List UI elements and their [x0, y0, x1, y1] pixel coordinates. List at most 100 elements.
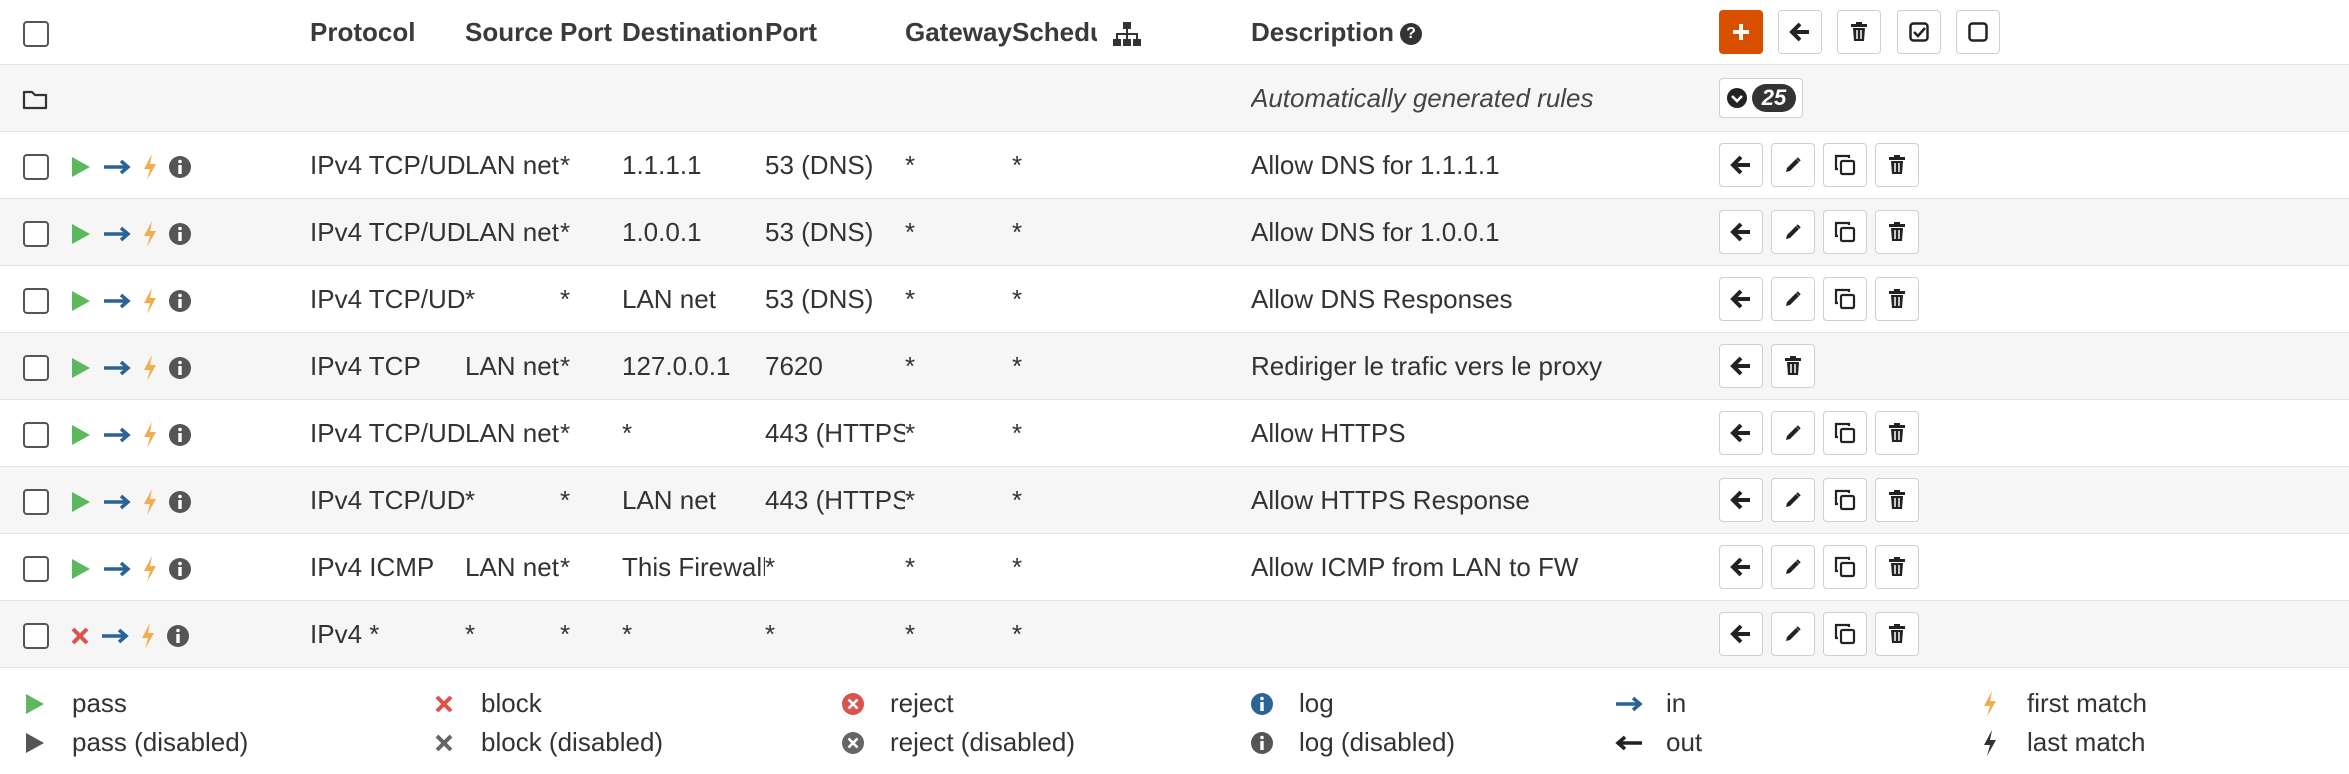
delete-rule-button[interactable] [1875, 210, 1919, 254]
first-match-bolt-icon[interactable] [142, 220, 158, 248]
clone-rule-button[interactable] [1823, 478, 1867, 522]
clone-rule-button[interactable] [1823, 545, 1867, 589]
move-rule-button[interactable] [1719, 344, 1763, 388]
rule-checkbox[interactable] [23, 354, 49, 381]
edit-rule-button[interactable] [1771, 210, 1815, 254]
first-match-bolt-icon[interactable] [142, 354, 158, 382]
info-icon[interactable] [168, 155, 192, 179]
rule-checkbox[interactable] [23, 555, 49, 582]
select-all-checkbox[interactable] [23, 20, 49, 47]
rule-row[interactable]: IPv4 TCP LAN net * 127.0.0.1 7620 * * Rediriger… [0, 332, 2349, 400]
block-icon[interactable] [70, 626, 90, 646]
info-icon[interactable] [168, 557, 192, 581]
rule-row[interactable]: IPv4 TCP/UDPLAN net**443 (HTTPS)**Allow … [0, 399, 2349, 467]
rule-row[interactable]: IPv4 TCP/UDPLAN net*1.0.0.153 (DNS)**All… [0, 198, 2349, 266]
rule-destination-port: 7620 [765, 332, 905, 400]
pass-icon[interactable] [70, 155, 92, 179]
source-header[interactable]: Source [465, 0, 560, 65]
pass-icon[interactable] [70, 289, 92, 313]
rule-source: LAN net [465, 399, 560, 467]
direction-in-icon[interactable] [102, 493, 132, 511]
delete-rule-button[interactable] [1875, 478, 1919, 522]
rule-source-port: * [560, 265, 622, 333]
rule-checkbox[interactable] [23, 153, 49, 180]
rule-hierarchy-cell [1097, 399, 1251, 467]
disable-selected-button[interactable] [1955, 10, 2000, 54]
first-match-bolt-icon[interactable] [142, 555, 158, 583]
pass-icon[interactable] [70, 490, 92, 514]
delete-rule-button[interactable] [1875, 411, 1919, 455]
move-rule-button[interactable] [1719, 545, 1763, 589]
add-rule-button[interactable] [1719, 10, 1763, 54]
gateway-header[interactable]: Gateway [905, 0, 1012, 65]
auto-rules-row[interactable]: Automatically generated rules 25 [0, 64, 2349, 132]
description-header-label[interactable]: Description [1251, 17, 1394, 47]
delete-selected-button[interactable] [1837, 10, 1882, 54]
destination-port-header[interactable]: Port [765, 0, 905, 65]
first-match-bolt-icon[interactable] [142, 488, 158, 516]
enable-selected-button[interactable] [1896, 10, 1941, 54]
move-rule-button[interactable] [1719, 210, 1763, 254]
info-icon[interactable] [166, 624, 190, 648]
pass-icon[interactable] [70, 423, 92, 447]
rule-row[interactable]: IPv4 TCP/UDP**LAN net443 (HTTPS)**Allow … [0, 466, 2349, 534]
direction-in-icon[interactable] [102, 158, 132, 176]
info-icon[interactable] [168, 222, 192, 246]
delete-rule-button[interactable] [1875, 277, 1919, 321]
rule-checkbox[interactable] [23, 220, 49, 247]
edit-rule-button[interactable] [1771, 612, 1815, 656]
help-icon[interactable]: ? [1400, 22, 1423, 45]
move-selected-button[interactable] [1778, 10, 1823, 54]
clone-rule-button[interactable] [1823, 411, 1867, 455]
rule-checkbox[interactable] [23, 488, 49, 515]
move-rule-button[interactable] [1719, 612, 1763, 656]
rule-row[interactable]: IPv4 TCP/UDP**LAN net53 (DNS)**Allow DNS… [0, 265, 2349, 333]
rule-row[interactable]: IPv4 * * * * * * * [0, 600, 2349, 668]
move-rule-button[interactable] [1719, 411, 1763, 455]
move-rule-button[interactable] [1719, 277, 1763, 321]
first-match-bolt-icon[interactable] [142, 287, 158, 315]
info-icon[interactable] [168, 423, 192, 447]
first-match-bolt-icon[interactable] [142, 421, 158, 449]
sitemap-icon[interactable] [1112, 21, 1142, 47]
edit-rule-button[interactable] [1771, 411, 1815, 455]
move-rule-button[interactable] [1719, 143, 1763, 187]
pass-icon[interactable] [70, 222, 92, 246]
edit-rule-button[interactable] [1771, 277, 1815, 321]
expand-auto-rules-button[interactable]: 25 [1719, 78, 1803, 118]
rule-row[interactable]: IPv4 TCP/UDPLAN net*1.1.1.153 (DNS)**All… [0, 131, 2349, 199]
edit-rule-button[interactable] [1771, 545, 1815, 589]
rule-checkbox[interactable] [23, 421, 49, 448]
rule-checkbox[interactable] [23, 622, 49, 649]
info-icon[interactable] [168, 356, 192, 380]
pass-icon[interactable] [70, 356, 92, 380]
first-match-bolt-icon[interactable] [140, 622, 156, 650]
direction-in-icon[interactable] [102, 426, 132, 444]
delete-rule-button[interactable] [1875, 545, 1919, 589]
direction-in-icon[interactable] [102, 359, 132, 377]
delete-rule-button[interactable] [1875, 612, 1919, 656]
first-match-bolt-icon[interactable] [142, 153, 158, 181]
schedule-header[interactable]: Schedule [1012, 0, 1097, 65]
clone-rule-button[interactable] [1823, 277, 1867, 321]
direction-in-icon[interactable] [102, 292, 132, 310]
clone-rule-button[interactable] [1823, 612, 1867, 656]
direction-in-icon[interactable] [100, 627, 130, 645]
delete-rule-button[interactable] [1875, 143, 1919, 187]
edit-rule-button[interactable] [1771, 143, 1815, 187]
clone-rule-button[interactable] [1823, 210, 1867, 254]
clone-rule-button[interactable] [1823, 143, 1867, 187]
move-rule-button[interactable] [1719, 478, 1763, 522]
direction-in-icon[interactable] [102, 560, 132, 578]
info-icon[interactable] [168, 490, 192, 514]
source-port-header[interactable]: Port [560, 0, 622, 65]
delete-rule-button[interactable] [1771, 344, 1815, 388]
protocol-header[interactable]: Protocol [310, 0, 465, 65]
pass-icon[interactable] [70, 557, 92, 581]
edit-rule-button[interactable] [1771, 478, 1815, 522]
rule-checkbox[interactable] [23, 287, 49, 314]
info-icon[interactable] [168, 289, 192, 313]
destination-header[interactable]: Destination [622, 0, 765, 65]
direction-in-icon[interactable] [102, 225, 132, 243]
rule-row[interactable]: IPv4 ICMP LAN net * This Firewall * * * Allow I… [0, 533, 2349, 601]
